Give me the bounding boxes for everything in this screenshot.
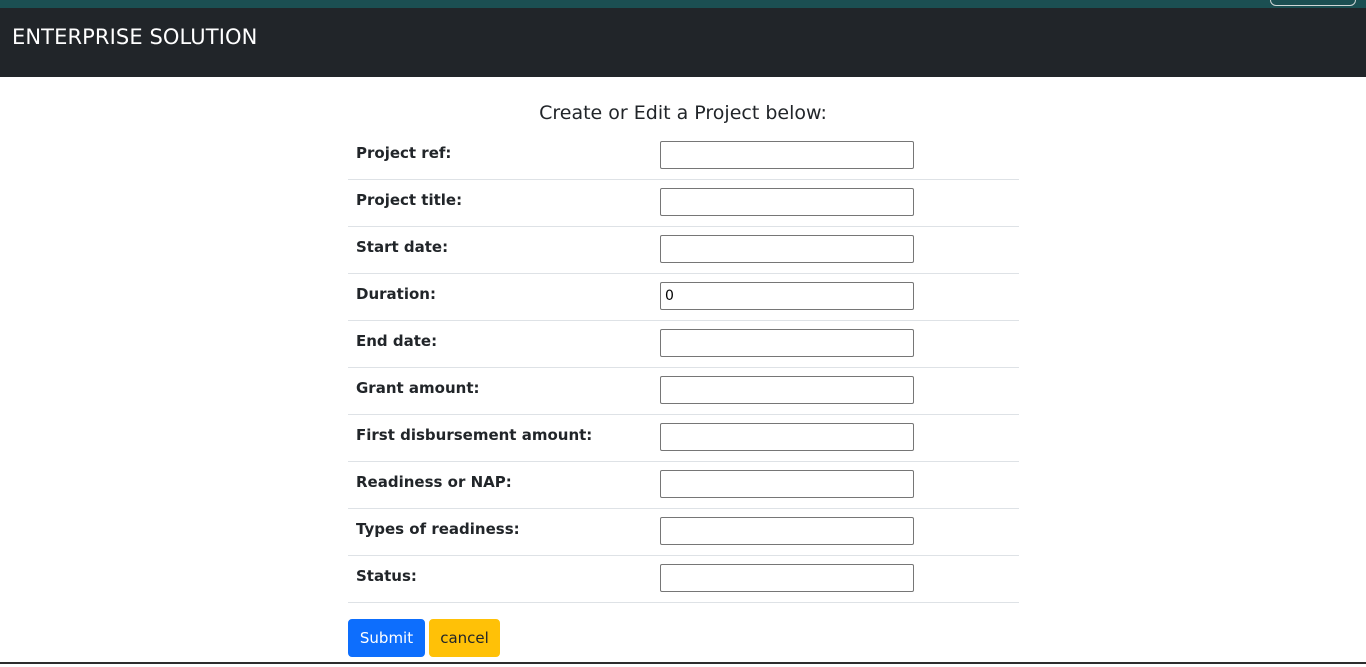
cancel-button[interactable]: cancel xyxy=(429,619,500,657)
first-disbursement-label: First disbursement amount: xyxy=(356,426,593,444)
project-ref-label: Project ref: xyxy=(356,144,452,162)
form-row-types-of-readiness: Types of readiness: xyxy=(348,509,1019,556)
browser-button-outline xyxy=(1270,0,1356,6)
duration-input[interactable] xyxy=(660,282,914,310)
browser-tab-strip xyxy=(0,0,1366,8)
form-row-status: Status: xyxy=(348,556,1019,603)
form-row-readiness-nap: Readiness or NAP: xyxy=(348,462,1019,509)
status-label: Status: xyxy=(356,567,417,585)
top-navbar: ENTERPRISE SOLUTION xyxy=(0,8,1366,77)
first-disbursement-input[interactable] xyxy=(660,423,914,451)
start-date-label: Start date: xyxy=(356,238,449,256)
end-date-input[interactable] xyxy=(660,329,914,357)
project-ref-input[interactable] xyxy=(660,141,914,169)
form-row-end-date: End date: xyxy=(348,321,1019,368)
project-title-label: Project title: xyxy=(356,191,463,209)
types-of-readiness-label: Types of readiness: xyxy=(356,520,520,538)
form-row-grant-amount: Grant amount: xyxy=(348,368,1019,415)
form-row-project-ref: Project ref: xyxy=(348,133,1019,180)
end-date-label: End date: xyxy=(356,332,438,350)
brand-link[interactable]: ENTERPRISE SOLUTION xyxy=(12,23,257,51)
project-form: Project ref: Project title: Start date: … xyxy=(348,133,1019,603)
project-title-input[interactable] xyxy=(660,188,914,216)
form-heading: Create or Edit a Project below: xyxy=(539,102,827,124)
grant-amount-label: Grant amount: xyxy=(356,379,480,397)
bottom-divider xyxy=(0,662,1366,667)
readiness-nap-label: Readiness or NAP: xyxy=(356,473,512,491)
grant-amount-input[interactable] xyxy=(660,376,914,404)
duration-label: Duration: xyxy=(356,285,436,303)
form-row-start-date: Start date: xyxy=(348,227,1019,274)
readiness-nap-input[interactable] xyxy=(660,470,914,498)
start-date-input[interactable] xyxy=(660,235,914,263)
form-row-duration: Duration: xyxy=(348,274,1019,321)
submit-button[interactable]: Submit xyxy=(348,619,425,657)
status-input[interactable] xyxy=(660,564,914,592)
form-row-first-disbursement: First disbursement amount: xyxy=(348,415,1019,462)
types-of-readiness-input[interactable] xyxy=(660,517,914,545)
form-row-project-title: Project title: xyxy=(348,180,1019,227)
